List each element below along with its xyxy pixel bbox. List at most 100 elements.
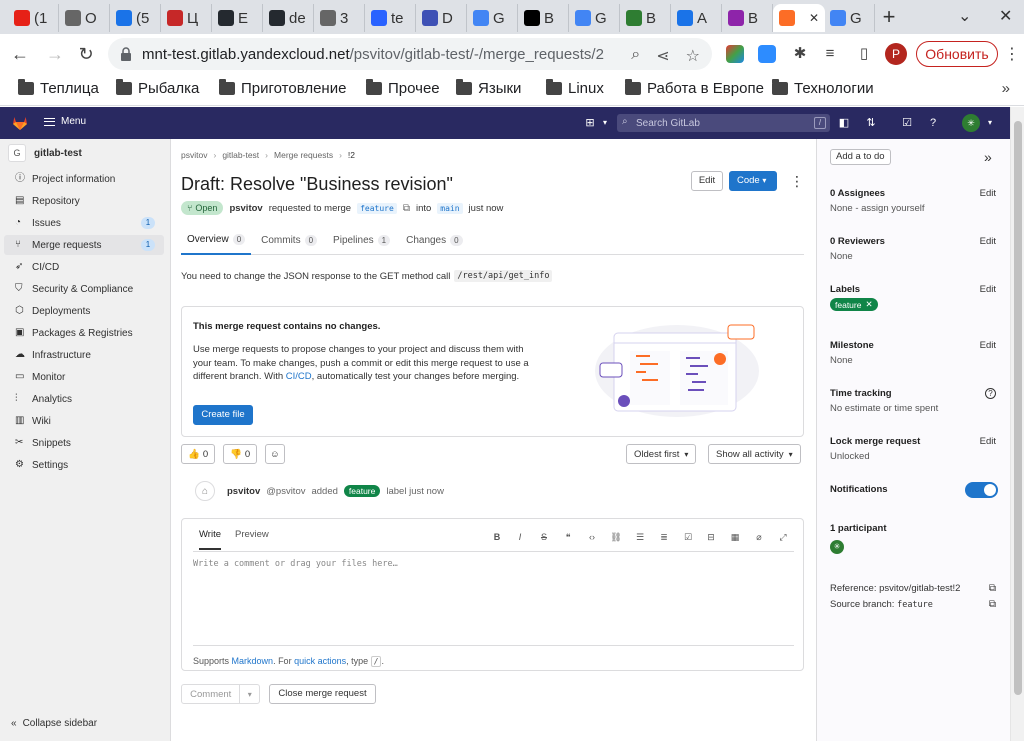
sidebar-item-settings[interactable]: ⚙ Settings [4, 455, 164, 475]
create-file-button[interactable]: Create file [193, 405, 253, 425]
scrollbar-thumb[interactable] [1014, 121, 1022, 695]
sidebar-item-packages-registries[interactable]: ▣ Packages & Registries [4, 323, 164, 343]
collapsible-icon[interactable]: ⊟ [705, 531, 717, 543]
help-icon[interactable]: ? [926, 116, 940, 130]
bold-icon[interactable]: B [491, 531, 503, 543]
comment-button[interactable]: Comment [182, 685, 241, 703]
edit-button[interactable]: Edit [691, 171, 723, 191]
copy-reference-icon[interactable]: ⧉ [989, 583, 996, 594]
bookmark-folder[interactable]: Приготовление [219, 79, 346, 97]
sidebar-item-merge-requests[interactable]: ⑂ Merge requests 1 [4, 235, 164, 255]
reviewers-edit-button[interactable]: Edit [980, 236, 996, 247]
add-reaction-button[interactable]: ☺ [265, 444, 285, 464]
browser-tab[interactable]: B [620, 4, 671, 32]
bookmark-folder[interactable]: Рыбалка [116, 79, 199, 97]
copy-source-branch-icon[interactable]: ⧉ [989, 599, 996, 610]
browser-tab[interactable]: B [518, 4, 569, 32]
collapse-right-sidebar-icon[interactable]: » [984, 149, 992, 165]
thumbs-up-button[interactable]: 👍 0 [181, 444, 216, 464]
copy-branch-icon[interactable]: ⧉ [403, 203, 410, 214]
breadcrumb-item[interactable]: !2 [348, 150, 355, 160]
todos-icon[interactable]: ☑ [900, 116, 914, 130]
bullet-list-icon[interactable]: ☰ [634, 531, 646, 543]
breadcrumb-item[interactable]: Merge requests [274, 150, 333, 160]
cicd-link[interactable]: CI/CD [286, 371, 312, 382]
comment-chevron-icon[interactable]: ▾ [240, 685, 259, 703]
sidebar-item-infrastructure[interactable]: ☁ Infrastructure [4, 345, 164, 365]
assignees-value[interactable]: None - assign yourself [830, 203, 998, 214]
user-avatar-icon[interactable]: ✳ [962, 114, 980, 132]
user-menu-chevron-icon[interactable]: ▾ [983, 116, 997, 130]
notifications-toggle[interactable] [965, 482, 998, 498]
bookmark-folder[interactable]: Языки [456, 79, 521, 97]
collapse-sidebar-button[interactable]: « Collapse sidebar [11, 718, 97, 729]
sidebar-item-snippets[interactable]: ✂ Snippets [4, 433, 164, 453]
address-bar[interactable]: mnt-test.gitlab.yandexcloud.net/psvitov/… [108, 38, 712, 70]
browser-tab[interactable]: G [824, 4, 875, 32]
menu-button[interactable]: Menu [44, 116, 86, 127]
share-icon[interactable]: ⋖ [656, 46, 669, 66]
browser-tab[interactable]: D [416, 4, 467, 32]
sidebar-item-ci-cd[interactable]: ➶ CI/CD [4, 257, 164, 277]
browser-tab[interactable]: E [212, 4, 263, 32]
quick-actions-link[interactable]: quick actions [294, 656, 346, 666]
browser-tab[interactable]: O [59, 4, 110, 32]
sidebar-item-security-compliance[interactable]: ⛉ Security & Compliance [4, 279, 164, 299]
fullscreen-icon[interactable]: ⤢ [777, 531, 789, 543]
bookmark-folder[interactable]: Работа в Европе [625, 79, 764, 97]
browser-tab[interactable]: B [722, 4, 773, 32]
code-button[interactable]: Code ▾ [729, 171, 777, 191]
browser-tab[interactable]: (5 [110, 4, 161, 32]
sidebar-item-wiki[interactable]: ▥ Wiki [4, 411, 164, 431]
attach-icon[interactable]: ⌀ [753, 531, 765, 543]
new-tab-button[interactable]: + [875, 5, 903, 31]
browser-tab[interactable]: de [263, 4, 314, 32]
tab-commits[interactable]: Commits 0 [255, 225, 323, 255]
sidebar-item-deployments[interactable]: ⬡ Deployments [4, 301, 164, 321]
write-tab[interactable]: Write [199, 529, 221, 550]
source-branch[interactable]: feature [357, 202, 397, 214]
sidebar-item-repository[interactable]: ▤ Repository [4, 191, 164, 211]
numbered-list-icon[interactable]: ≣ [658, 531, 670, 543]
bookmarks-more-icon[interactable]: » [1002, 80, 1010, 97]
page-scrollbar[interactable] [1010, 107, 1024, 741]
browser-tab[interactable]: (1 [8, 4, 59, 32]
bookmark-folder[interactable]: Технологии [772, 79, 874, 97]
browser-tab[interactable]: 3 [314, 4, 365, 32]
code-icon[interactable]: ‹› [586, 531, 598, 543]
browser-tab[interactable]: G [467, 4, 518, 32]
search-input[interactable]: ⌕ Search GitLab / [617, 114, 830, 132]
browser-tab[interactable]: ✕ [773, 4, 825, 32]
breadcrumb-item[interactable]: psvitov [181, 150, 207, 160]
sidebar-item-project-information[interactable]: ⓘ Project information [4, 169, 164, 189]
labels-edit-button[interactable]: Edit [980, 284, 996, 295]
more-actions-icon[interactable]: ⋮ [790, 173, 804, 190]
author-link[interactable]: psvitov [229, 203, 262, 214]
tab-search-icon[interactable]: ⌄ [958, 6, 971, 26]
sidebar-item-monitor[interactable]: ▭ Monitor [4, 367, 164, 387]
issues-top-icon[interactable]: ◧ [837, 116, 851, 130]
project-header[interactable]: G gitlab-test [8, 144, 82, 162]
merge-requests-top-icon[interactable]: ⇅ [864, 116, 878, 130]
bookmark-folder[interactable]: Прочее [366, 79, 440, 97]
event-label-pill[interactable]: feature [343, 485, 381, 497]
feature-label-pill[interactable]: feature ✕ [830, 298, 878, 311]
task-list-icon[interactable]: ☑ [682, 531, 694, 543]
italic-icon[interactable]: I [514, 531, 526, 543]
thumbs-down-button[interactable]: 👎 0 [223, 444, 258, 464]
sort-dropdown[interactable]: Oldest first ▾ [626, 444, 697, 464]
breadcrumb-item[interactable]: gitlab-test [222, 150, 259, 160]
lock-edit-button[interactable]: Edit [980, 436, 996, 447]
media-icon[interactable]: ≡ [818, 42, 842, 66]
zoom-icon[interactable]: ⌕ [631, 46, 640, 66]
new-dropdown-chevron-icon[interactable]: ▾ [598, 116, 612, 130]
bookmark-folder[interactable]: Linux [546, 79, 604, 97]
profile-avatar[interactable]: P [885, 43, 907, 65]
participant-avatar[interactable]: ✳ [830, 540, 844, 554]
assignees-edit-button[interactable]: Edit [980, 188, 996, 199]
browser-tab[interactable]: A [671, 4, 722, 32]
extension-icon[interactable] [726, 45, 744, 63]
close-merge-request-button[interactable]: Close merge request [269, 684, 376, 704]
side-panel-icon[interactable]: ▯ [852, 42, 876, 66]
back-icon[interactable]: ← [8, 42, 32, 66]
